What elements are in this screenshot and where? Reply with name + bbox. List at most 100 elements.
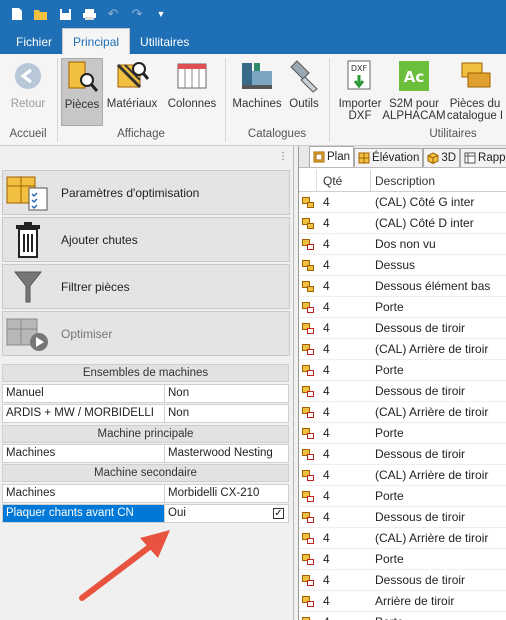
row-icon-cell xyxy=(299,427,317,439)
table-row[interactable]: 4 Dessous de tiroir xyxy=(299,318,506,339)
property-value[interactable]: Morbidelli CX-210 xyxy=(165,484,289,503)
table-row[interactable]: 4 Dos non vu xyxy=(299,234,506,255)
tab-3d-label: 3D xyxy=(441,152,457,164)
table-row[interactable]: 4 (CAL) Arrière de tiroir xyxy=(299,402,506,423)
redo-icon[interactable]: ↷ xyxy=(128,5,146,23)
table-row[interactable]: 4 (CAL) Côté G inter xyxy=(299,192,506,213)
qty-cell: 4 xyxy=(323,300,330,314)
retour-button[interactable]: Retour xyxy=(6,58,50,126)
row-icon-cell xyxy=(299,574,317,586)
materiaux-button[interactable]: Matériaux xyxy=(106,58,158,126)
table-row[interactable]: 4 Dessous de tiroir xyxy=(299,444,506,465)
s2m-alphacam-button[interactable]: Ac S2M pour ALPHACAM xyxy=(382,58,446,126)
open-folder-icon[interactable] xyxy=(32,5,50,23)
table-row[interactable]: 4 Dessous de tiroir xyxy=(299,507,506,528)
table-row[interactable]: 4Porte xyxy=(299,486,506,507)
plan-icon xyxy=(313,151,325,163)
qty-cell: 4 xyxy=(323,510,330,524)
pieces-icon xyxy=(64,59,100,95)
ajouter-chutes-label: Ajouter chutes xyxy=(61,232,138,247)
customize-icon[interactable]: ▼ xyxy=(152,5,170,23)
tab-rapport-label: Rappo xyxy=(478,152,506,164)
importer-dxf-button[interactable]: DXF Importer DXF xyxy=(334,58,386,126)
table-row[interactable]: 4Porte xyxy=(299,360,506,381)
trash-bin-icon xyxy=(3,219,53,261)
cube-3d-icon xyxy=(427,152,439,164)
materiaux-label: Matériaux xyxy=(106,98,158,110)
property-row[interactable]: Manuel Non xyxy=(2,384,289,403)
description-cell: Porte xyxy=(375,300,404,314)
optimiser-button[interactable]: Optimiser xyxy=(2,311,290,356)
tab-principal[interactable]: Principal xyxy=(62,28,131,54)
qty-cell: 4 xyxy=(323,447,330,461)
filter-funnel-icon xyxy=(3,266,53,308)
property-row[interactable]: ARDIS + MW / MORBIDELLI Non xyxy=(2,404,289,423)
property-value-with-checkbox[interactable]: Oui ✓ xyxy=(165,504,289,523)
quick-access-toolbar: ↶ ↷ ▼ xyxy=(0,0,506,28)
print-icon[interactable] xyxy=(80,5,98,23)
table-row[interactable]: 4 Dessus xyxy=(299,255,506,276)
property-value[interactable]: Non xyxy=(165,384,289,403)
pieces-button[interactable]: Pièces xyxy=(61,58,103,126)
row-icon-cell xyxy=(299,385,317,397)
property-value[interactable]: Masterwood Nesting xyxy=(165,444,289,463)
filtrer-pieces-button[interactable]: Filtrer pièces xyxy=(2,264,290,309)
section-ensembles-machines: Ensembles de machines xyxy=(2,364,289,382)
description-cell: Arrière de tiroir xyxy=(375,594,455,608)
piece-status-icon xyxy=(302,343,314,355)
new-document-icon[interactable] xyxy=(8,5,26,23)
property-value[interactable]: Non xyxy=(165,404,289,423)
machines-button[interactable]: Machines xyxy=(230,58,284,126)
tab-utilitaires[interactable]: Utilitaires xyxy=(130,30,199,54)
property-value: Oui xyxy=(168,507,186,519)
save-icon[interactable] xyxy=(56,5,74,23)
table-row[interactable]: 4 Arrière de tiroir xyxy=(299,591,506,612)
description-cell: Dessous de tiroir xyxy=(375,321,466,335)
piece-status-icon xyxy=(302,553,314,565)
table-row[interactable]: 4 Dessous de tiroir xyxy=(299,570,506,591)
column-header-description[interactable]: Description xyxy=(371,170,506,191)
pieces-catalogue-button[interactable]: Pièces du catalogue I xyxy=(446,58,504,126)
back-arrow-icon xyxy=(10,58,46,94)
property-row[interactable]: Machines Masterwood Nesting xyxy=(2,444,289,463)
description-cell: Dessus xyxy=(375,258,416,272)
property-row[interactable]: Machines Morbidelli CX-210 xyxy=(2,484,289,503)
table-row[interactable]: 4 (CAL) Arrière de tiroir xyxy=(299,465,506,486)
description-cell: (CAL) Arrière de tiroir xyxy=(375,531,489,545)
tab-rapport[interactable]: Rappo xyxy=(460,148,506,167)
dxf-import-icon: DXF xyxy=(342,58,378,94)
tab-3d[interactable]: 3D xyxy=(423,148,461,167)
piece-status-icon xyxy=(302,595,314,607)
plaquer-chants-checkbox[interactable]: ✓ xyxy=(273,508,284,519)
description-cell: Dessous de tiroir xyxy=(375,510,466,524)
colonnes-button[interactable]: Colonnes xyxy=(166,58,218,126)
view-tabs: Plan Élévation 3D Rappo xyxy=(299,146,506,168)
panel-grip-icon[interactable]: ⋮ xyxy=(278,151,288,162)
description-cell: (CAL) Côté D inter xyxy=(375,216,474,230)
table-row[interactable]: 4 Porte xyxy=(299,297,506,318)
table-row[interactable]: 4 (CAL) Arrière de tiroir xyxy=(299,528,506,549)
table-row[interactable]: 4 (CAL) Arrière de tiroir xyxy=(299,339,506,360)
table-row[interactable]: 4Porte xyxy=(299,612,506,620)
description-cell: Dos non vu xyxy=(375,237,436,251)
table-row[interactable]: 4Porte xyxy=(299,423,506,444)
dxf-icon-text: DXF xyxy=(351,64,368,73)
parametres-optimisation-button[interactable]: Paramètres d'optimisation xyxy=(2,170,290,215)
outils-button[interactable]: Outils xyxy=(286,58,322,126)
ribbon: Retour Accueil Pièces Matériaux Colonnes… xyxy=(0,54,506,146)
tab-plan[interactable]: Plan xyxy=(309,146,355,167)
table-row[interactable]: 4Porte xyxy=(299,549,506,570)
column-header-qty[interactable]: Qté xyxy=(317,170,371,191)
grid-header: Qté Description xyxy=(299,170,506,192)
table-row[interactable]: 4 Dessous de tiroir xyxy=(299,381,506,402)
table-row[interactable]: 4 (CAL) Côté D inter xyxy=(299,213,506,234)
table-row[interactable]: 4 Dessous élément bas xyxy=(299,276,506,297)
retour-label: Retour xyxy=(10,98,46,110)
tab-fichier[interactable]: Fichier xyxy=(6,30,62,54)
ajouter-chutes-button[interactable]: Ajouter chutes xyxy=(2,217,290,262)
colonnes-label: Colonnes xyxy=(167,98,217,110)
description-cell: (CAL) Arrière de tiroir xyxy=(375,468,489,482)
undo-icon[interactable]: ↶ xyxy=(104,5,122,23)
tab-elevation[interactable]: Élévation xyxy=(354,148,424,167)
property-key: Machines xyxy=(2,484,165,503)
